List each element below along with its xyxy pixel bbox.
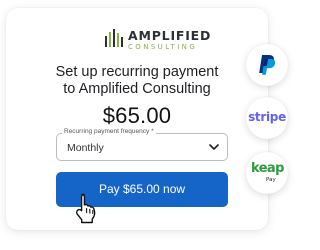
keap-pay-label: Pay xyxy=(266,177,276,183)
keap-option[interactable]: keap Pay xyxy=(246,152,288,194)
title-line-2: to Amplified Consulting xyxy=(63,81,211,97)
hand-pointer-icon xyxy=(76,193,96,224)
payment-amount: $65.00 xyxy=(102,103,172,128)
stripe-logo: stripe xyxy=(248,110,286,124)
frequency-label: Recurring payment frequency * xyxy=(62,128,156,135)
chevron-down-icon xyxy=(209,144,219,150)
frequency-select[interactable]: Recurring payment frequency * Monthly xyxy=(56,128,228,161)
brand-name: AMPLIFIED xyxy=(128,28,212,43)
page-title: Set up recurring payment to Amplified Co… xyxy=(6,64,268,98)
paypal-logo-icon xyxy=(259,55,276,75)
amplified-consulting-logo: AMPLIFIED CONSULTING xyxy=(104,26,210,58)
paypal-option[interactable] xyxy=(246,44,288,86)
frequency-value: Monthly xyxy=(67,142,104,154)
stripe-option[interactable]: stripe xyxy=(246,97,288,139)
title-line-1: Set up recurring payment xyxy=(55,64,219,80)
equalizer-bars-icon xyxy=(105,29,123,47)
keap-logo: keap xyxy=(251,161,284,176)
brand-sub: CONSULTING xyxy=(128,43,198,51)
